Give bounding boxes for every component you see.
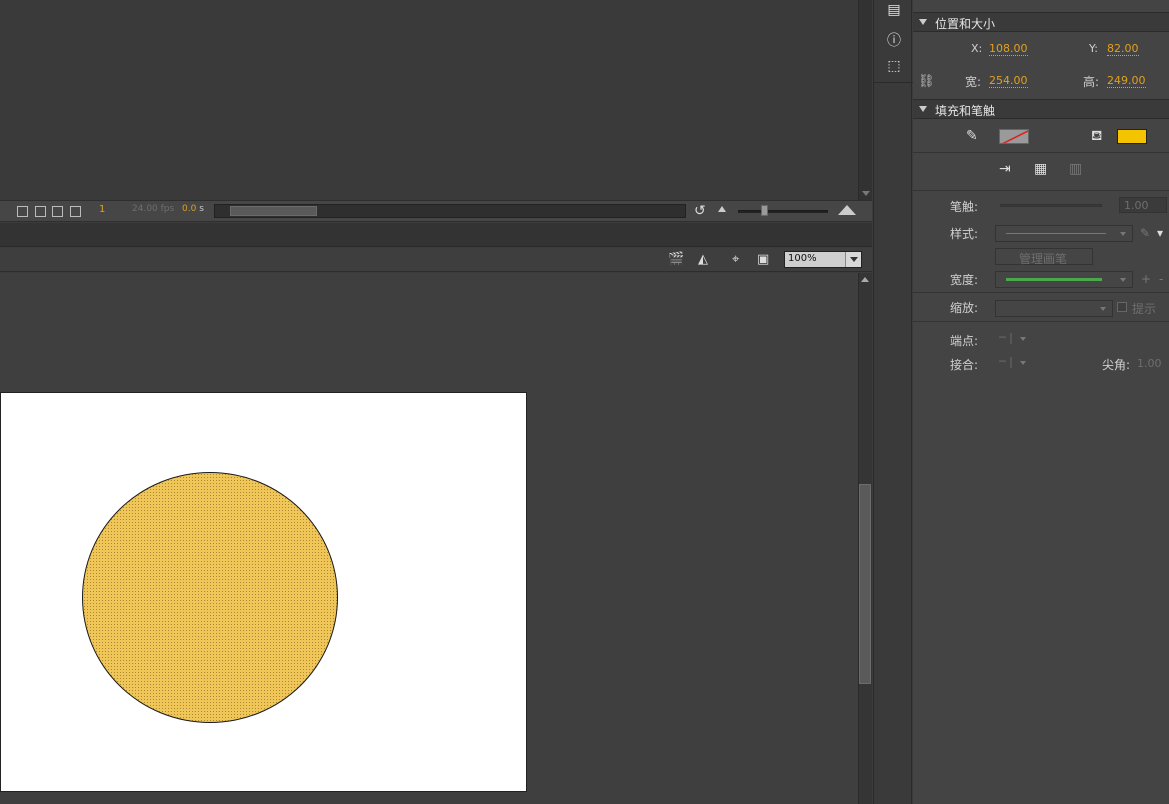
hint-checkbox[interactable] (1117, 302, 1127, 312)
width-profile-label: 宽度: (950, 273, 979, 287)
clip-stage-icon[interactable]: ▣ (757, 252, 769, 267)
symbol-icon[interactable]: ◭ (698, 252, 708, 267)
x-value[interactable]: 108.00 (989, 42, 1028, 56)
manage-brush-label: 管理画笔 (1019, 252, 1068, 266)
width-profile-dropdown[interactable] (995, 271, 1133, 288)
section-position-size[interactable]: 位置和大小 (913, 12, 1169, 32)
width-profile-preview (1006, 278, 1102, 281)
section-fill-stroke[interactable]: 填充和笔触 (913, 99, 1169, 119)
frame-size-slider[interactable] (738, 210, 828, 213)
dropdown-arrow-icon[interactable] (1020, 361, 1026, 365)
edit-style-pencil-icon[interactable]: ✎ (1140, 226, 1150, 240)
dropdown-arrow-icon[interactable] (1020, 337, 1026, 341)
style-label: 样式: (950, 227, 979, 241)
section-title: 位置和大小 (935, 17, 996, 31)
dropdown-arrow-icon[interactable] (1120, 278, 1126, 282)
properties-panel (913, 0, 1169, 804)
width-label: 宽: (965, 75, 982, 89)
timeline-vertical-scrollbar[interactable] (858, 0, 872, 200)
loop-icon[interactable]: ↺ (694, 203, 706, 219)
hint-label: 提示 (1132, 302, 1157, 316)
collapse-triangle-icon[interactable] (919, 106, 927, 112)
style-dropdown[interactable] (995, 225, 1133, 242)
miter-value[interactable]: 1.00 (1137, 357, 1162, 370)
stroke-value[interactable]: 1.00 (1124, 199, 1149, 212)
join-label: 接合: (950, 358, 979, 372)
section-title: 填充和笔触 (935, 104, 996, 118)
scroll-up-arrow-icon[interactable] (861, 277, 869, 282)
elapsed-time[interactable]: 0.0 s (182, 204, 204, 214)
elapsed-time-unit: s (199, 204, 204, 214)
stage-scroll-thumb[interactable] (859, 484, 871, 684)
no-color-icon[interactable]: ▥ (1069, 161, 1082, 177)
info-icon[interactable]: ⓘ (885, 30, 903, 49)
stage-tab-bar (0, 223, 872, 247)
height-label: 高: (1083, 75, 1100, 89)
divider (913, 190, 1169, 191)
strip-divider (874, 82, 913, 83)
divider (913, 152, 1169, 153)
onion-skin-icon[interactable] (17, 206, 28, 217)
cap-label: 端点: (950, 334, 979, 348)
miter-label: 尖角: (1102, 358, 1131, 372)
zoom-in-mountain-icon[interactable] (838, 205, 856, 215)
frame-size-slider-knob[interactable] (761, 205, 768, 216)
timeline-panel[interactable] (0, 0, 858, 200)
stage-toolbar (0, 248, 872, 272)
scale-dropdown[interactable] (995, 300, 1113, 317)
current-frame[interactable]: 1 (99, 204, 105, 215)
dropdown-arrow-icon[interactable] (1120, 232, 1126, 236)
zoom-out-mountain-icon[interactable] (718, 206, 726, 212)
width-value[interactable]: 254.00 (989, 74, 1028, 88)
manage-brush-button[interactable]: 管理画笔 (995, 248, 1093, 266)
stroke-width-slider[interactable] (1000, 204, 1102, 207)
join-dropdown[interactable]: ─ | (999, 355, 1013, 368)
y-label: Y: (1089, 42, 1098, 55)
stroke-label: 笔触: (950, 200, 979, 214)
fill-bucket-icon[interactable]: ⛾ (1091, 128, 1102, 146)
timeline-scroll-thumb[interactable] (230, 206, 317, 216)
onion-outline-icon[interactable] (35, 206, 46, 217)
align-icon[interactable]: ▤ (885, 2, 903, 20)
zoom-dropdown-arrow-icon[interactable] (845, 252, 861, 267)
scene-icon[interactable]: 🎬 (668, 252, 684, 267)
panel-icon-strip: ▤ ⓘ ⬚ (873, 0, 913, 804)
cap-dropdown[interactable]: ─ | (999, 331, 1013, 344)
elapsed-time-value[interactable]: 0.0 (182, 204, 196, 214)
dropdown-arrow-icon[interactable] (1100, 307, 1106, 311)
divider (913, 321, 1169, 322)
y-value[interactable]: 82.00 (1107, 42, 1139, 56)
link-dimensions-icon[interactable]: ⛓ (918, 74, 935, 89)
center-stage-icon[interactable]: ⌖ (732, 252, 739, 267)
transform-icon[interactable]: ⬚ (885, 58, 903, 76)
selected-circle-shape[interactable] (82, 472, 338, 723)
collapse-triangle-icon[interactable] (919, 19, 927, 25)
style-line-preview (1006, 233, 1106, 234)
fill-color-swatch[interactable] (1117, 129, 1147, 144)
divider (913, 292, 1169, 293)
style-options-icon[interactable]: ▾ (1157, 226, 1163, 240)
stroke-pencil-icon[interactable]: ✎ (966, 128, 978, 144)
frame-rate[interactable]: 24.00 fps (132, 204, 174, 214)
edit-multiple-frames-icon[interactable] (52, 206, 63, 217)
no-color-slash-icon (1002, 130, 1028, 143)
zoom-value[interactable]: 100% (788, 253, 817, 264)
modify-markers-icon[interactable] (70, 206, 81, 217)
black-white-icon[interactable]: ▦ (1034, 161, 1047, 177)
scale-label: 缩放: (950, 301, 979, 315)
height-value[interactable]: 249.00 (1107, 74, 1146, 88)
stroke-color-swatch[interactable] (999, 129, 1029, 144)
x-label: X: (971, 42, 983, 55)
swap-colors-icon[interactable]: ⇥ (999, 161, 1011, 177)
add-width-icon[interactable]: + (1141, 272, 1151, 286)
remove-width-icon[interactable]: - (1159, 272, 1163, 286)
